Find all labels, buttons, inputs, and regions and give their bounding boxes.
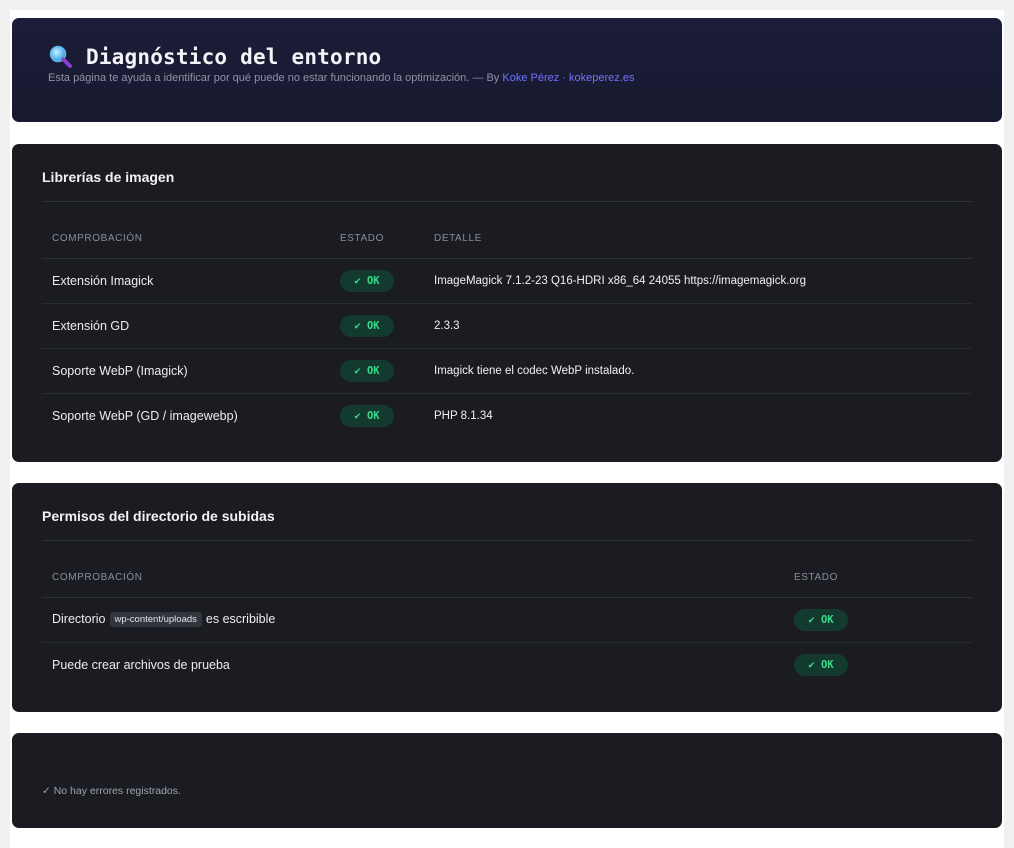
check-cell: Soporte WebP (Imagick) [42,348,330,394]
status-badge: ✔ OK [340,314,394,337]
directory-code: wp-content/uploads [109,612,202,627]
column-header-status: ESTADO [784,559,972,598]
author-link[interactable]: Koke Pérez [502,72,559,84]
status-badge: ✔ OK [340,404,394,427]
column-header-detail: DETALLE [424,220,972,259]
status-badge: ✔ OK [340,269,394,292]
table-row: Extensión GD ✔ OK 2.3.3 [42,303,972,349]
subtitle-text: Esta página te ayuda a identificar por q… [48,72,500,84]
page-title: Diagnóstico del entorno [86,45,382,69]
check-suffix: es escribible [205,612,276,626]
errors-card: ✓ No hay errores registrados. [12,733,1002,828]
no-errors-message: ✓ No hay errores registrados. [42,785,181,797]
status-badge: ✔ OK [794,653,848,676]
table-row: Soporte WebP (Imagick) ✔ OK Imagick tien… [42,348,972,394]
status-cell: ✔ OK [330,348,424,394]
status-cell: ✔ OK [330,303,424,349]
column-header-check: COMPROBACIÓN [42,220,330,259]
check-cell: Extensión Imagick [42,258,330,304]
table-row: Puede crear archivos de prueba ✔ OK [42,642,972,687]
table-header-row: COMPROBACIÓN ESTADO [42,559,972,598]
table-header-row: COMPROBACIÓN ESTADO DETALLE [42,220,972,259]
detail-cell: PHP 8.1.34 [434,409,493,422]
libraries-title: Librerías de imagen [42,144,972,202]
detail-cell: ImageMagick 7.1.2-23 Q16-HDRI x86_64 240… [424,258,972,304]
permissions-table: COMPROBACIÓN ESTADO Directorio wp-content… [42,559,972,687]
libraries-table: COMPROBACIÓN ESTADO DETALLE Extensión Im… [42,220,972,438]
page-subtitle: Esta página te ayuda a identificar por q… [48,72,1002,84]
check-cell: Extensión GD [42,303,330,349]
detail-cell: 2.3.3 [424,303,972,349]
table-row: Directorio wp-content/uploads es escribibl… [42,597,972,643]
detail-cell: Imagick tiene el codec WebP instalado. [424,348,972,394]
check-prefix: Directorio [52,612,106,626]
link-separator: · [562,72,566,84]
page-header: Diagnóstico del entorno Esta página te a… [12,18,1002,122]
permissions-card: Permisos del directorio de subidas COMPR… [12,483,1002,712]
status-badge: ✔ OK [794,608,848,631]
site-link[interactable]: kokeperez.es [569,72,634,84]
status-cell: ✔ OK [330,393,424,438]
column-header-check: COMPROBACIÓN [42,559,784,598]
libraries-card: Librerías de imagen COMPROBACIÓN ESTADO … [12,144,1002,462]
table-row: Extensión Imagick ✔ OK ImageMagick 7.1.2… [42,258,972,304]
check-cell: Directorio wp-content/uploads es escribibl… [42,597,784,643]
page-title-row: Diagnóstico del entorno [48,44,1002,70]
check-cell: Puede crear archivos de prueba [52,657,230,672]
permissions-title: Permisos del directorio de subidas [42,483,972,541]
status-cell: ✔ OK [784,642,972,687]
column-header-status: ESTADO [330,220,424,259]
table-row: Soporte WebP (GD / imagewebp) ✔ OK PHP 8… [42,393,972,438]
status-badge: ✔ OK [340,359,394,382]
magnifier-icon [48,44,74,70]
status-cell: ✔ OK [784,597,972,643]
status-cell: ✔ OK [330,258,424,304]
check-cell: Soporte WebP (GD / imagewebp) [52,408,238,423]
